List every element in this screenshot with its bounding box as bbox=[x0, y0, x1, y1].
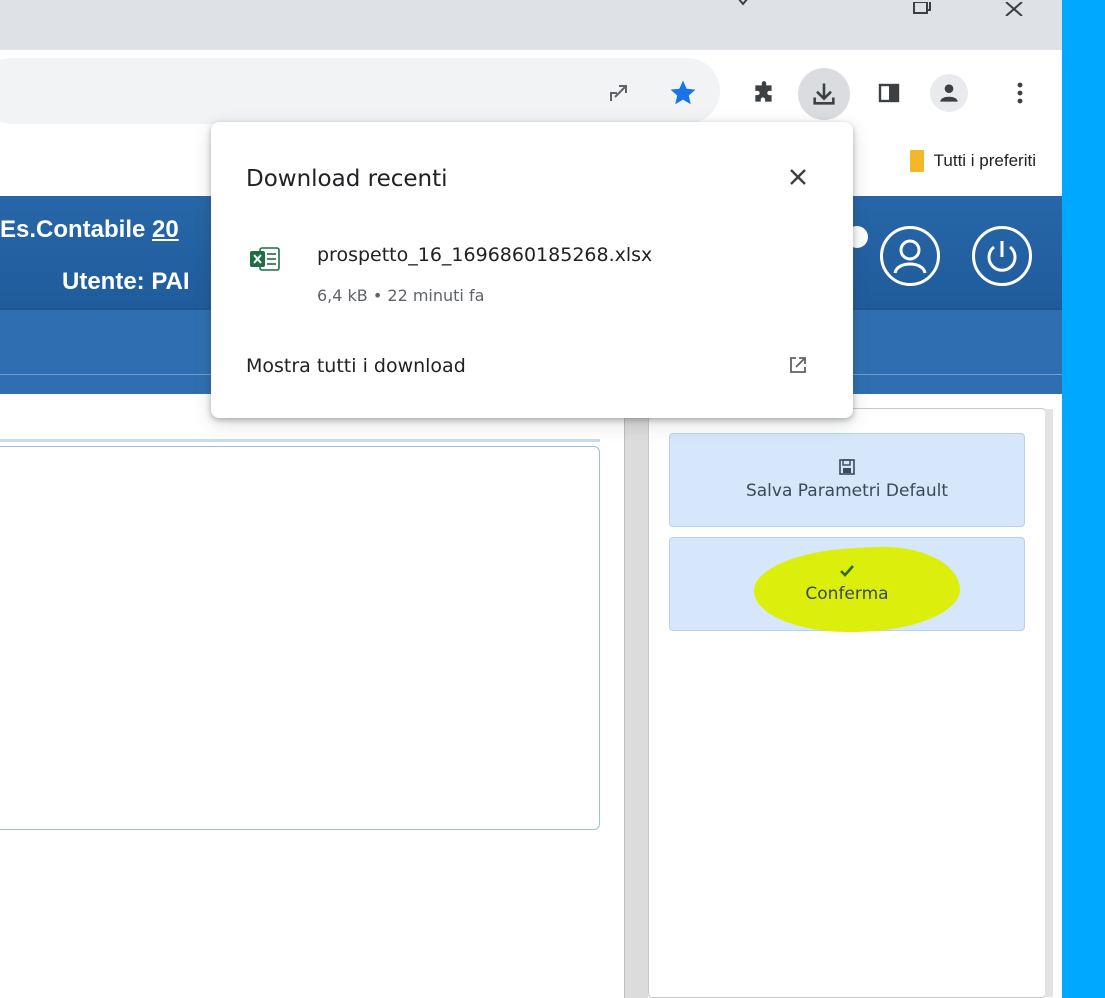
close-icon bbox=[790, 169, 806, 185]
left-panel-top-border bbox=[0, 439, 600, 442]
close-window-icon[interactable] bbox=[1004, 0, 1026, 20]
share-icon[interactable] bbox=[604, 78, 634, 108]
show-all-downloads-link[interactable]: Mostra tutti i download bbox=[246, 355, 466, 377]
menu-icon[interactable] bbox=[1008, 78, 1032, 108]
browser-title-bar bbox=[0, 0, 1062, 50]
folder-icon bbox=[909, 150, 924, 172]
download-filename: prospetto_16_1696860185268.xlsx bbox=[317, 244, 653, 266]
confirm-button[interactable]: Conferma bbox=[669, 537, 1025, 638]
download-meta: 6,4 kB • 22 minuti fa bbox=[317, 286, 485, 305]
bookmarks-folder-all[interactable]: Tutti i preferiti bbox=[909, 150, 1036, 172]
fiscal-year-prefix: Es.Contabile bbox=[0, 216, 153, 243]
user-icon[interactable] bbox=[880, 226, 940, 286]
close-popup-button[interactable] bbox=[783, 162, 813, 192]
excel-file-icon bbox=[250, 247, 280, 271]
profile-icon[interactable] bbox=[930, 74, 968, 112]
downloads-icon[interactable] bbox=[798, 68, 850, 120]
actions-panel: Salva Parametri Default Conferma bbox=[648, 408, 1053, 998]
save-default-parameters-label: Salva Parametri Default bbox=[745, 481, 949, 501]
fiscal-year-value[interactable]: 20 bbox=[152, 216, 179, 243]
open-external-icon[interactable] bbox=[787, 354, 809, 376]
bookmark-star-icon[interactable] bbox=[666, 76, 700, 110]
side-panel-icon[interactable] bbox=[874, 78, 904, 108]
save-default-parameters-button[interactable]: Salva Parametri Default bbox=[669, 433, 1025, 527]
actions-panel-edge bbox=[1045, 409, 1053, 997]
floppy-disk-icon bbox=[839, 459, 855, 475]
fiscal-year-label: Es.Contabile 20 bbox=[0, 216, 179, 244]
panel-splitter[interactable] bbox=[624, 410, 648, 998]
checkmark-icon bbox=[840, 565, 854, 577]
downloads-popup-title: Download recenti bbox=[246, 166, 448, 192]
minimize-icon[interactable] bbox=[736, 0, 750, 14]
main-content: Salva Parametri Default Conferma bbox=[0, 394, 1062, 998]
downloads-popup: Download recenti prospetto_16_1696860185… bbox=[211, 122, 853, 418]
current-user-label: Utente: PAI bbox=[62, 268, 190, 295]
power-icon[interactable] bbox=[972, 226, 1032, 286]
restore-icon[interactable] bbox=[912, 0, 932, 20]
extensions-icon[interactable] bbox=[748, 78, 780, 108]
desktop-side-strip bbox=[1062, 0, 1105, 998]
parameters-panel bbox=[0, 446, 600, 830]
confirm-label: Conferma bbox=[805, 584, 889, 604]
bookmarks-folder-label: Tutti i preferiti bbox=[933, 151, 1036, 170]
